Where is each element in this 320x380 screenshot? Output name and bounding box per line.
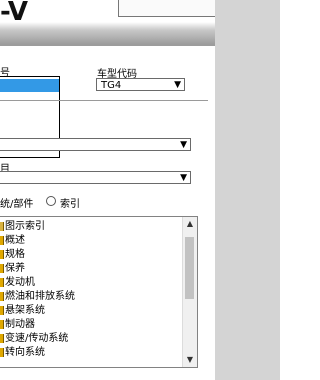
dropdown-selected-option[interactable] [0, 79, 59, 92]
tree-scrollbar[interactable]: ▲ ▼ [182, 217, 197, 367]
tree-item[interactable]: 发动机 [0, 276, 35, 290]
index-radio[interactable] [46, 196, 56, 206]
section-select[interactable]: ▼ [0, 138, 191, 151]
tree-item[interactable]: 悬架系统 [0, 304, 45, 318]
divider [0, 100, 208, 101]
system-component-label: 统/部件 [0, 199, 34, 210]
book-icon [0, 291, 4, 301]
tree-item[interactable]: 变速/传动系统 [0, 332, 68, 346]
tree-item[interactable]: 规格 [0, 248, 25, 262]
header-banner: -V [0, 0, 220, 46]
book-icon [0, 305, 4, 315]
project-select[interactable]: ▼ [0, 171, 191, 184]
scroll-thumb[interactable] [185, 237, 194, 299]
tree-item[interactable]: 图示索引 [0, 220, 45, 234]
tree-item[interactable]: 转向系统 [0, 346, 45, 360]
book-icon [0, 221, 4, 231]
tree-item[interactable]: 制动器 [0, 318, 35, 332]
tree-item[interactable]: 概述 [0, 234, 25, 248]
app-title: -V [0, 0, 28, 27]
right-panel [215, 0, 280, 380]
scroll-down-icon[interactable]: ▼ [183, 353, 197, 367]
chevron-down-icon: ▼ [174, 80, 181, 90]
vehicle-code-select[interactable]: TG4 ▼ [96, 78, 185, 91]
book-icon [0, 235, 4, 245]
book-icon [0, 347, 4, 357]
index-radio-label: 索引 [60, 199, 80, 210]
tree-item[interactable]: 燃油和排放系统 [0, 290, 75, 304]
section-tree[interactable]: 图示索引 概述 规格 保养 发动机 燃油和排放系统 悬架系统 制动器 变速/传动… [0, 216, 198, 368]
book-icon [0, 319, 4, 329]
header-tab[interactable] [118, 0, 218, 17]
book-icon [0, 333, 4, 343]
book-icon [0, 263, 4, 273]
book-icon [0, 277, 4, 287]
book-icon [0, 249, 4, 259]
tree-item[interactable]: 保养 [0, 262, 25, 276]
vehicle-code-value: TG4 [101, 80, 122, 91]
chevron-down-icon: ▼ [180, 173, 187, 183]
scroll-up-icon[interactable]: ▲ [183, 217, 197, 231]
chevron-down-icon: ▼ [180, 140, 187, 150]
